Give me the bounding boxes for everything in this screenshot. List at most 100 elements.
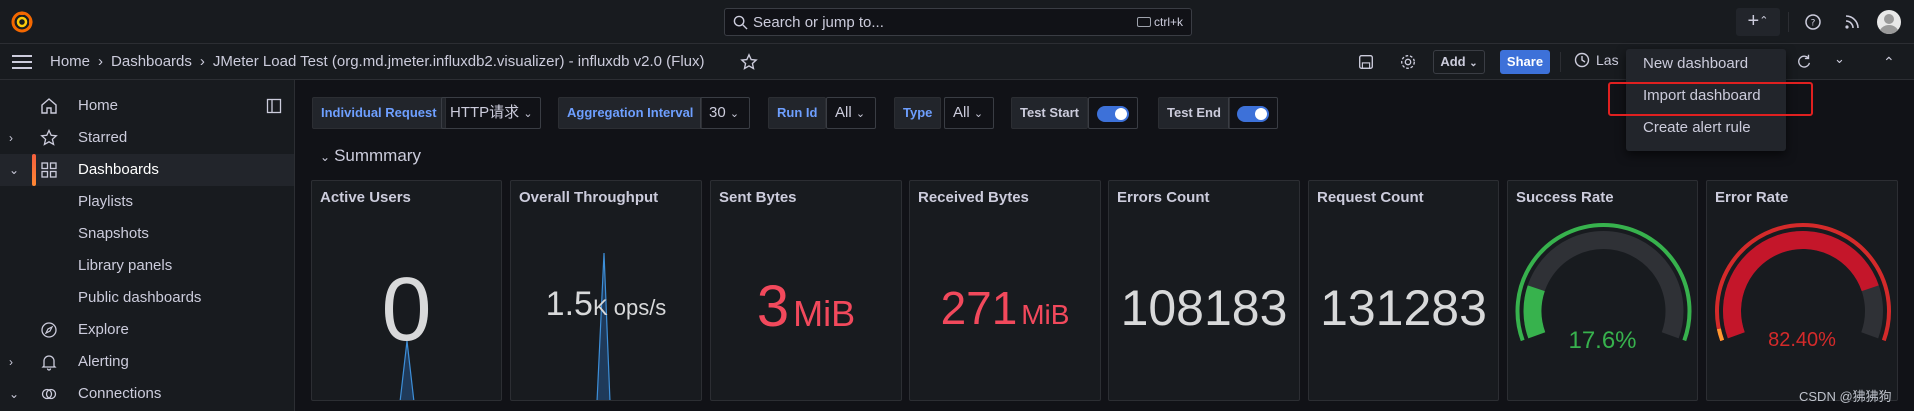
panel-title: Errors Count [1117,189,1210,206]
gauge [1715,223,1891,342]
grafana-logo-icon[interactable] [10,10,34,34]
news-rss-icon[interactable] [1840,10,1864,34]
search-placeholder: Search or jump to... [753,14,884,31]
sidebar-item-label: Snapshots [78,225,149,242]
chevron-down-icon: ⌄ [1469,58,1478,69]
variable-label: Test Start [1011,97,1088,129]
search-icon [733,15,748,30]
stat-value: 1.5 [545,285,593,323]
compass-icon [41,322,57,338]
annotation-highlight-box [1608,82,1813,116]
chevron-right-icon[interactable]: › [9,131,21,145]
breadcrumb-home[interactable]: Home [50,53,90,70]
shortcut-text: ctrl+k [1153,15,1183,29]
select-value: All [835,104,852,121]
sidebar-item-label: Starred [78,129,128,146]
breadcrumb: Home › Dashboards › JMeter Load Test (org.md… [50,53,705,70]
add-button[interactable]: Add ⌄ [1433,50,1485,74]
gauge-value: 17.6% [1568,327,1637,354]
sidebar-item-label: Library panels [78,257,173,274]
sidebar-item-starred[interactable]: › Starred [0,122,294,154]
sidebar-item-label: Alerting [78,353,129,370]
sidebar-item-playlists[interactable]: Playlists [0,186,294,218]
save-icon[interactable] [1357,53,1375,71]
stat-value: 3 [756,274,790,339]
panel-request-count[interactable]: Request Count 131283 [1308,180,1499,401]
stat-value-wrapper: 3 MiB [711,273,901,340]
sidebar-item-label: Dashboards [78,161,159,178]
breadcrumb-dashboards[interactable]: Dashboards [111,53,192,70]
breadcrumb-separator: › [199,53,205,70]
panel-title: Sent Bytes [719,189,797,206]
sidebar-item-public-dashboards[interactable]: Public dashboards [0,282,294,314]
sidebar-item-alerting[interactable]: › Alerting [0,346,294,378]
time-range-label: Las [1596,52,1619,68]
menu-item-create-alert-rule[interactable]: Create alert rule [1643,119,1751,136]
panel-received-bytes[interactable]: Received Bytes 271 MiB [909,180,1101,401]
chevron-down-icon: ⌄ [320,150,331,164]
refresh-icon[interactable] [1795,53,1813,71]
chevron-down-icon[interactable]: ⌄ [9,387,21,401]
gauge-track [1523,231,1684,339]
star-icon[interactable] [740,53,758,71]
stat-value: 131283 [1320,280,1487,336]
toggle-switch[interactable] [1237,106,1269,122]
panel-sent-bytes[interactable]: Sent Bytes 3 MiB [710,180,902,401]
clock-icon [1574,52,1590,68]
add-label: Add [1440,54,1466,69]
collapse-chevron-up-icon[interactable]: ⌃ [1883,54,1895,71]
row-header-summary[interactable]: ⌄ Summmary [320,146,421,166]
select-value: 30 [709,104,726,121]
chevron-down-icon[interactable]: ⌄ [9,163,21,177]
keyboard-shortcut-hint: ctrl+k [1136,15,1183,29]
apps-icon [41,162,57,178]
menu-item-new-dashboard[interactable]: New dashboard [1643,55,1748,72]
panel-success-rate[interactable]: Success Rate 17.6% [1507,180,1698,401]
sidebar-item-explore[interactable]: Explore [0,314,294,346]
variable-label: Type [894,97,942,129]
gauge-value: 82.40% [1768,329,1836,351]
chevron-down-icon: ⌄ [973,108,984,120]
settings-gear-icon[interactable] [1399,53,1417,71]
panel-error-rate[interactable]: Error Rate 82.40% [1706,180,1898,401]
test-start-toggle[interactable] [1088,97,1138,129]
aggregation-interval-select[interactable]: 30 ⌄ [700,97,750,129]
user-avatar[interactable] [1877,10,1901,34]
sidebar-item-home[interactable]: Home [0,90,294,122]
breadcrumb-separator: › [98,53,104,70]
stat-value-wrapper: 1.5K ops/s [511,285,701,324]
refresh-interval-chevron-icon[interactable]: ⌄ [1834,51,1845,67]
individual-request-select[interactable]: HTTP请求 ⌄ [441,97,541,129]
divider [1788,12,1789,32]
bell-icon [41,355,57,371]
time-range-picker[interactable]: Las [1574,52,1619,68]
toggle-switch[interactable] [1097,106,1129,122]
chevron-right-icon[interactable]: › [9,355,21,369]
sidebar-item-connections[interactable]: ⌄ Connections [0,378,294,410]
sidebar-item-library-panels[interactable]: Library panels [0,250,294,282]
variable-label: Test End [1158,97,1230,129]
watermark: CSDN @狒狒狗 [1799,389,1892,404]
share-button[interactable]: Share [1500,50,1550,74]
dock-menu-icon[interactable] [266,98,282,114]
test-end-toggle[interactable] [1228,97,1278,129]
help-icon[interactable]: ? [1801,10,1825,34]
new-menu-button[interactable]: +⌃ [1736,8,1780,36]
run-id-select[interactable]: All ⌄ [826,97,876,129]
select-value: All [953,104,970,121]
sidebar-item-snapshots[interactable]: Snapshots [0,218,294,250]
panel-errors-count[interactable]: Errors Count 108183 [1108,180,1300,401]
sidebar-item-label: Home [78,97,119,114]
stat-unit: MiB [1021,299,1070,330]
panel-overall-throughput[interactable]: Overall Throughput 1.5K ops/s [510,180,702,401]
sidebar-item-dashboards[interactable]: ⌄ Dashboards [0,154,294,186]
stat-value: 108183 [1120,280,1288,336]
keyboard-icon [1136,17,1151,27]
sidebar-item-label: Connections [78,385,162,402]
gauge [1515,223,1692,342]
row-title: Summmary [334,146,421,165]
type-select[interactable]: All ⌄ [944,97,994,129]
menu-toggle-icon[interactable] [12,55,32,69]
panel-active-users[interactable]: Active Users 0 [311,180,502,401]
search-input[interactable]: Search or jump to... ctrl+k [724,8,1192,36]
